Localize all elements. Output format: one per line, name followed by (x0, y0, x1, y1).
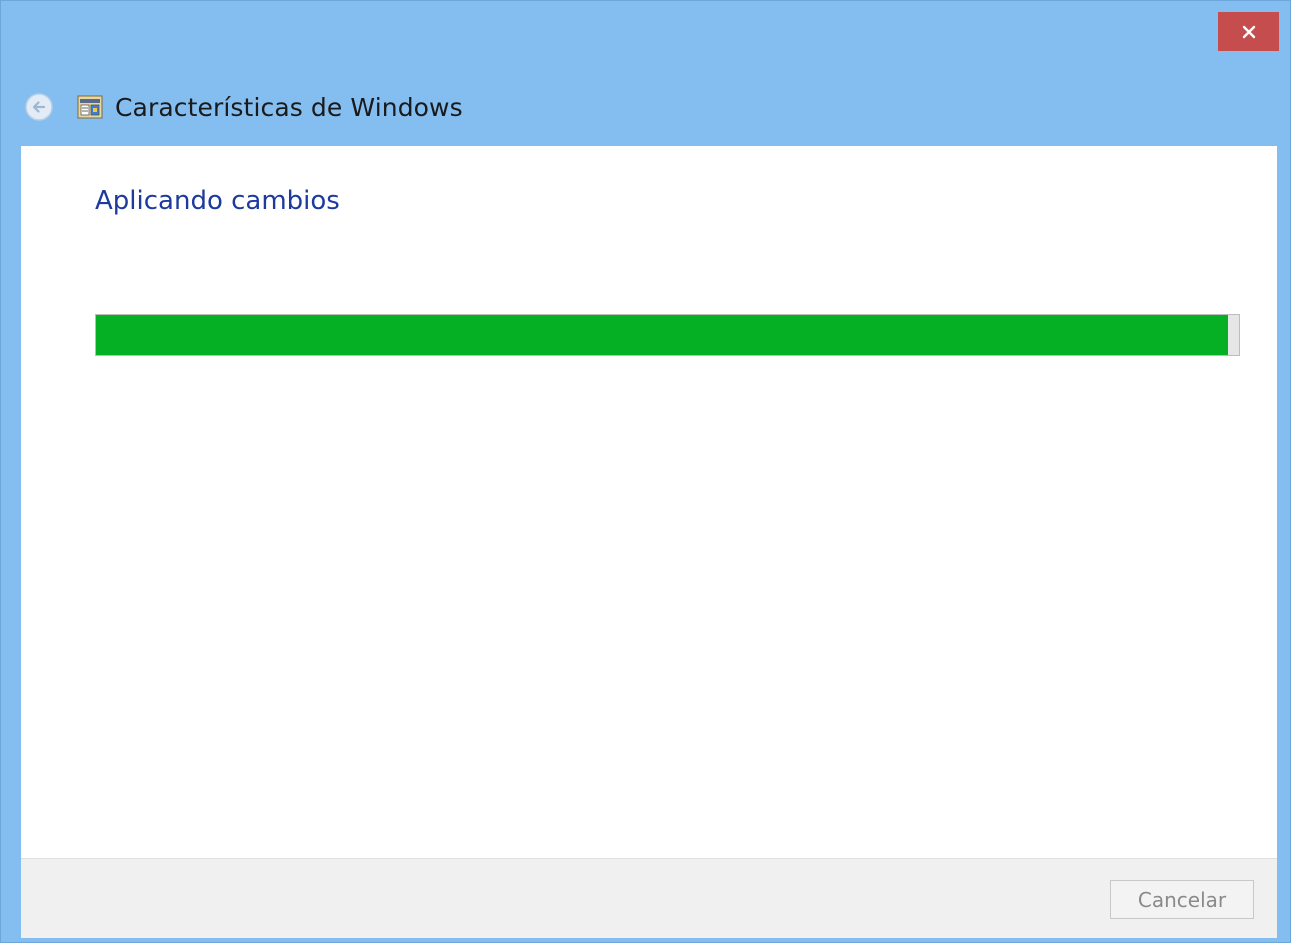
window-header: Características de Windows (23, 79, 463, 135)
cancel-button[interactable]: Cancelar (1110, 880, 1254, 919)
windows-features-icon (77, 94, 103, 120)
progress-bar (95, 314, 1240, 356)
close-icon (1242, 25, 1255, 38)
back-button[interactable] (23, 91, 55, 123)
page-heading: Aplicando cambios (95, 186, 340, 216)
back-arrow-icon (25, 93, 53, 121)
dialog-footer: Cancelar (21, 858, 1277, 938)
main-content: Aplicando cambios (21, 146, 1277, 858)
dialog-window: Características de Windows Aplicando cam… (0, 0, 1291, 943)
close-button[interactable] (1218, 12, 1279, 51)
progress-fill (96, 315, 1228, 355)
window-title: Características de Windows (115, 92, 463, 122)
